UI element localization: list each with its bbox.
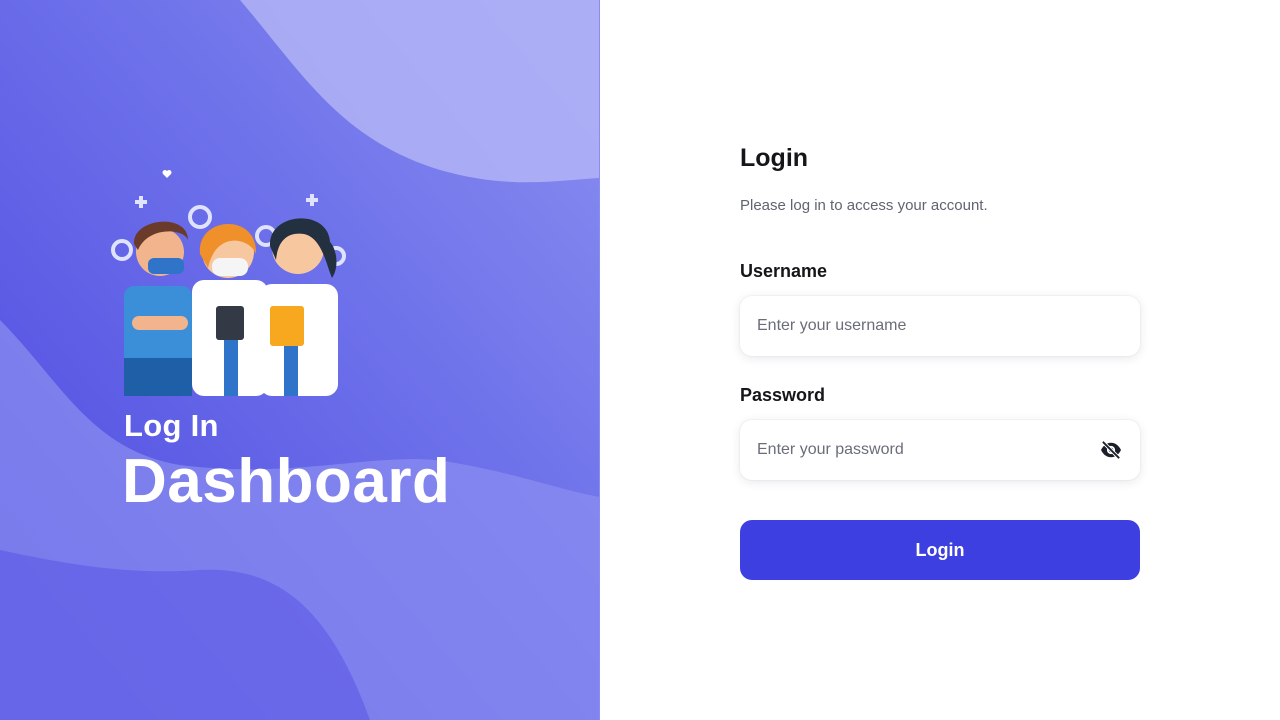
login-form: Login Please log in to access your accou…: [740, 140, 1140, 580]
medical-team-illustration: [111, 170, 346, 396]
eye-slash-icon[interactable]: [1100, 440, 1122, 460]
form-description: Please log in to access your account.: [740, 197, 988, 214]
hero-panel: Log In Dashboard: [0, 0, 600, 720]
form-title: Login: [740, 144, 809, 172]
login-button[interactable]: Login: [740, 520, 1140, 580]
password-field-container: [740, 420, 1140, 480]
username-field-container: [740, 296, 1140, 356]
password-input[interactable]: [740, 420, 1140, 480]
username-label: Username: [740, 261, 828, 281]
password-label: Password: [740, 385, 826, 405]
hero-subtitle: Log In: [124, 408, 219, 443]
username-input[interactable]: [740, 296, 1140, 356]
hero-title: Dashboard: [122, 447, 451, 516]
